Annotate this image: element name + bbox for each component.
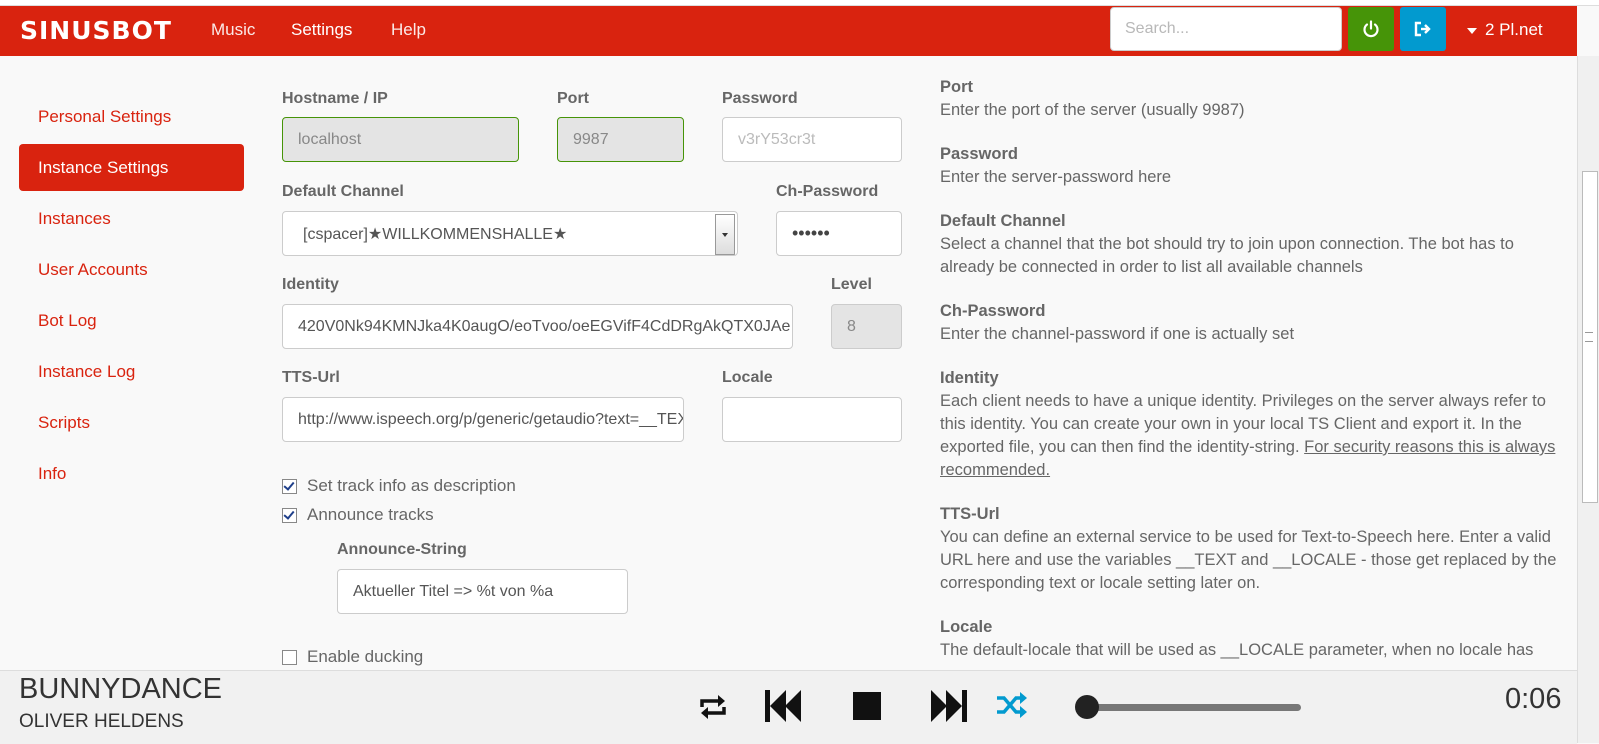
sidebar-item-label: Instance Settings: [38, 157, 169, 177]
identity-field[interactable]: 420V0Nk94KMNJka4K0augO/eoTvoo/oeEGVifF4C…: [282, 304, 793, 349]
locale-field[interactable]: [722, 397, 902, 442]
help-tts-url-title: TTS-Url: [940, 505, 1000, 523]
stop-icon[interactable]: [853, 692, 881, 720]
help-password-text: Enter the server-password here: [940, 168, 1172, 186]
identity-label: Identity: [282, 276, 339, 293]
nav-music[interactable]: Music: [211, 20, 255, 40]
user-label: 2 Pl.net: [1485, 20, 1543, 39]
tts-url-field[interactable]: http://www.ispeech.org/p/generic/getaudi…: [282, 397, 684, 442]
help-panel: Port Enter the port of the server (usual…: [940, 76, 1560, 683]
nav-help[interactable]: Help: [391, 20, 426, 40]
announce-tracks-checkbox-row[interactable]: Announce tracks: [282, 505, 434, 525]
nav-settings[interactable]: Settings: [291, 20, 352, 40]
previous-icon[interactable]: [764, 687, 802, 725]
enable-ducking-checkbox[interactable]: [282, 649, 297, 665]
logout-icon: [1414, 21, 1431, 37]
help-ch-password-text: Enter the channel-password if one is act…: [940, 325, 1295, 343]
sidebar-item-label: Instance Log: [38, 361, 136, 381]
player-bar: BUNNYDANCE OLIVER HELDENS 0:06: [0, 670, 1577, 744]
help-tts-url-text: You can define an external service to be…: [940, 528, 1557, 592]
navbar: SINUSBOT Music Settings Help 2 Pl.net: [0, 6, 1577, 56]
seek-bar[interactable]: [1075, 695, 1301, 719]
ch-password-label: Ch-Password: [776, 183, 879, 200]
locale-label: Locale: [722, 369, 773, 386]
search-input[interactable]: [1110, 7, 1342, 51]
help-locale-title: Locale: [940, 618, 993, 636]
help-port-text: Enter the port of the server (usually 99…: [940, 101, 1245, 119]
sidebar-item-instances[interactable]: Instances: [19, 195, 244, 242]
hostname-field[interactable]: localhost: [282, 117, 519, 162]
power-icon: [1363, 20, 1379, 38]
level-field: 8: [831, 304, 902, 349]
announce-string-field[interactable]: Aktueller Titel => %t von %a: [337, 569, 628, 614]
help-identity-title: Identity: [940, 369, 999, 387]
sidebar-item-personal-settings[interactable]: Personal Settings: [19, 93, 244, 140]
power-button[interactable]: [1348, 7, 1394, 51]
sidebar-item-label: Info: [38, 463, 67, 483]
sidebar-item-user-accounts[interactable]: User Accounts: [19, 246, 244, 293]
sidebar-item-scripts[interactable]: Scripts: [19, 399, 244, 446]
scrollbar-grip-icon: [1585, 332, 1593, 342]
help-default-channel-text: Select a channel that the bot should try…: [940, 235, 1514, 276]
set-track-info-label: Set track info as description: [307, 476, 516, 495]
seek-knob[interactable]: [1075, 695, 1099, 719]
sidebar-item-bot-log[interactable]: Bot Log: [19, 297, 244, 344]
level-label: Level: [831, 276, 872, 293]
default-channel-value: [cspacer]★WILLKOMMENSHALLE★: [303, 225, 568, 243]
help-default-channel-title: Default Channel: [940, 212, 1066, 230]
sidebar-item-label: User Accounts: [38, 259, 148, 279]
shuffle-icon[interactable]: [996, 691, 1028, 719]
help-ch-password-title: Ch-Password: [940, 302, 1046, 320]
port-label: Port: [557, 90, 589, 107]
set-track-info-checkbox[interactable]: [282, 478, 297, 494]
user-menu[interactable]: 2 Pl.net: [1467, 20, 1543, 40]
announce-tracks-label: Announce tracks: [307, 505, 434, 524]
scrollbar-thumb[interactable]: [1582, 171, 1598, 503]
enable-ducking-checkbox-row[interactable]: Enable ducking: [282, 647, 423, 667]
next-icon[interactable]: [930, 687, 968, 725]
repeat-icon[interactable]: [697, 692, 729, 722]
page-scrollbar[interactable]: [1577, 56, 1599, 743]
sidebar-item-instance-log[interactable]: Instance Log: [19, 348, 244, 395]
help-identity-paragraph: Each client needs to have a unique ident…: [940, 390, 1560, 482]
help-port-title: Port: [940, 78, 973, 96]
default-channel-label: Default Channel: [282, 183, 404, 200]
sidebar-item-instance-settings[interactable]: Instance Settings: [19, 144, 244, 191]
ch-password-field[interactable]: ••••••: [776, 211, 902, 256]
sidebar-item-label: Bot Log: [38, 310, 97, 330]
password-label: Password: [722, 90, 798, 107]
elapsed-time: 0:06: [1505, 683, 1562, 715]
select-arrow-icon[interactable]: [715, 214, 735, 255]
announce-tracks-checkbox[interactable]: [282, 507, 297, 523]
port-field[interactable]: 9987: [557, 117, 684, 162]
sidebar-item-label: Scripts: [38, 412, 90, 432]
help-locale-text: The default-locale that will be used as …: [940, 641, 1534, 659]
sidebar-item-label: Instances: [38, 208, 111, 228]
caret-down-icon: [1467, 27, 1477, 34]
sidebar: Personal Settings Instance Settings Inst…: [19, 93, 244, 501]
logout-button[interactable]: [1400, 7, 1446, 51]
set-track-info-checkbox-row[interactable]: Set track info as description: [282, 476, 516, 496]
help-password-title: Password: [940, 145, 1018, 163]
hostname-label: Hostname / IP: [282, 90, 388, 107]
sidebar-item-info[interactable]: Info: [19, 450, 244, 497]
default-channel-select[interactable]: [cspacer]★WILLKOMMENSHALLE★: [282, 211, 738, 256]
track-title: BUNNYDANCE: [19, 673, 223, 705]
track-artist: OLIVER HELDENS: [19, 711, 184, 732]
enable-ducking-label: Enable ducking: [307, 647, 424, 666]
announce-string-label: Announce-String: [337, 541, 467, 558]
password-field[interactable]: v3rY53cr3t: [722, 117, 902, 162]
tts-url-label: TTS-Url: [282, 369, 340, 386]
sidebar-item-label: Personal Settings: [38, 106, 172, 126]
brand-logo[interactable]: SINUSBOT: [20, 16, 172, 45]
